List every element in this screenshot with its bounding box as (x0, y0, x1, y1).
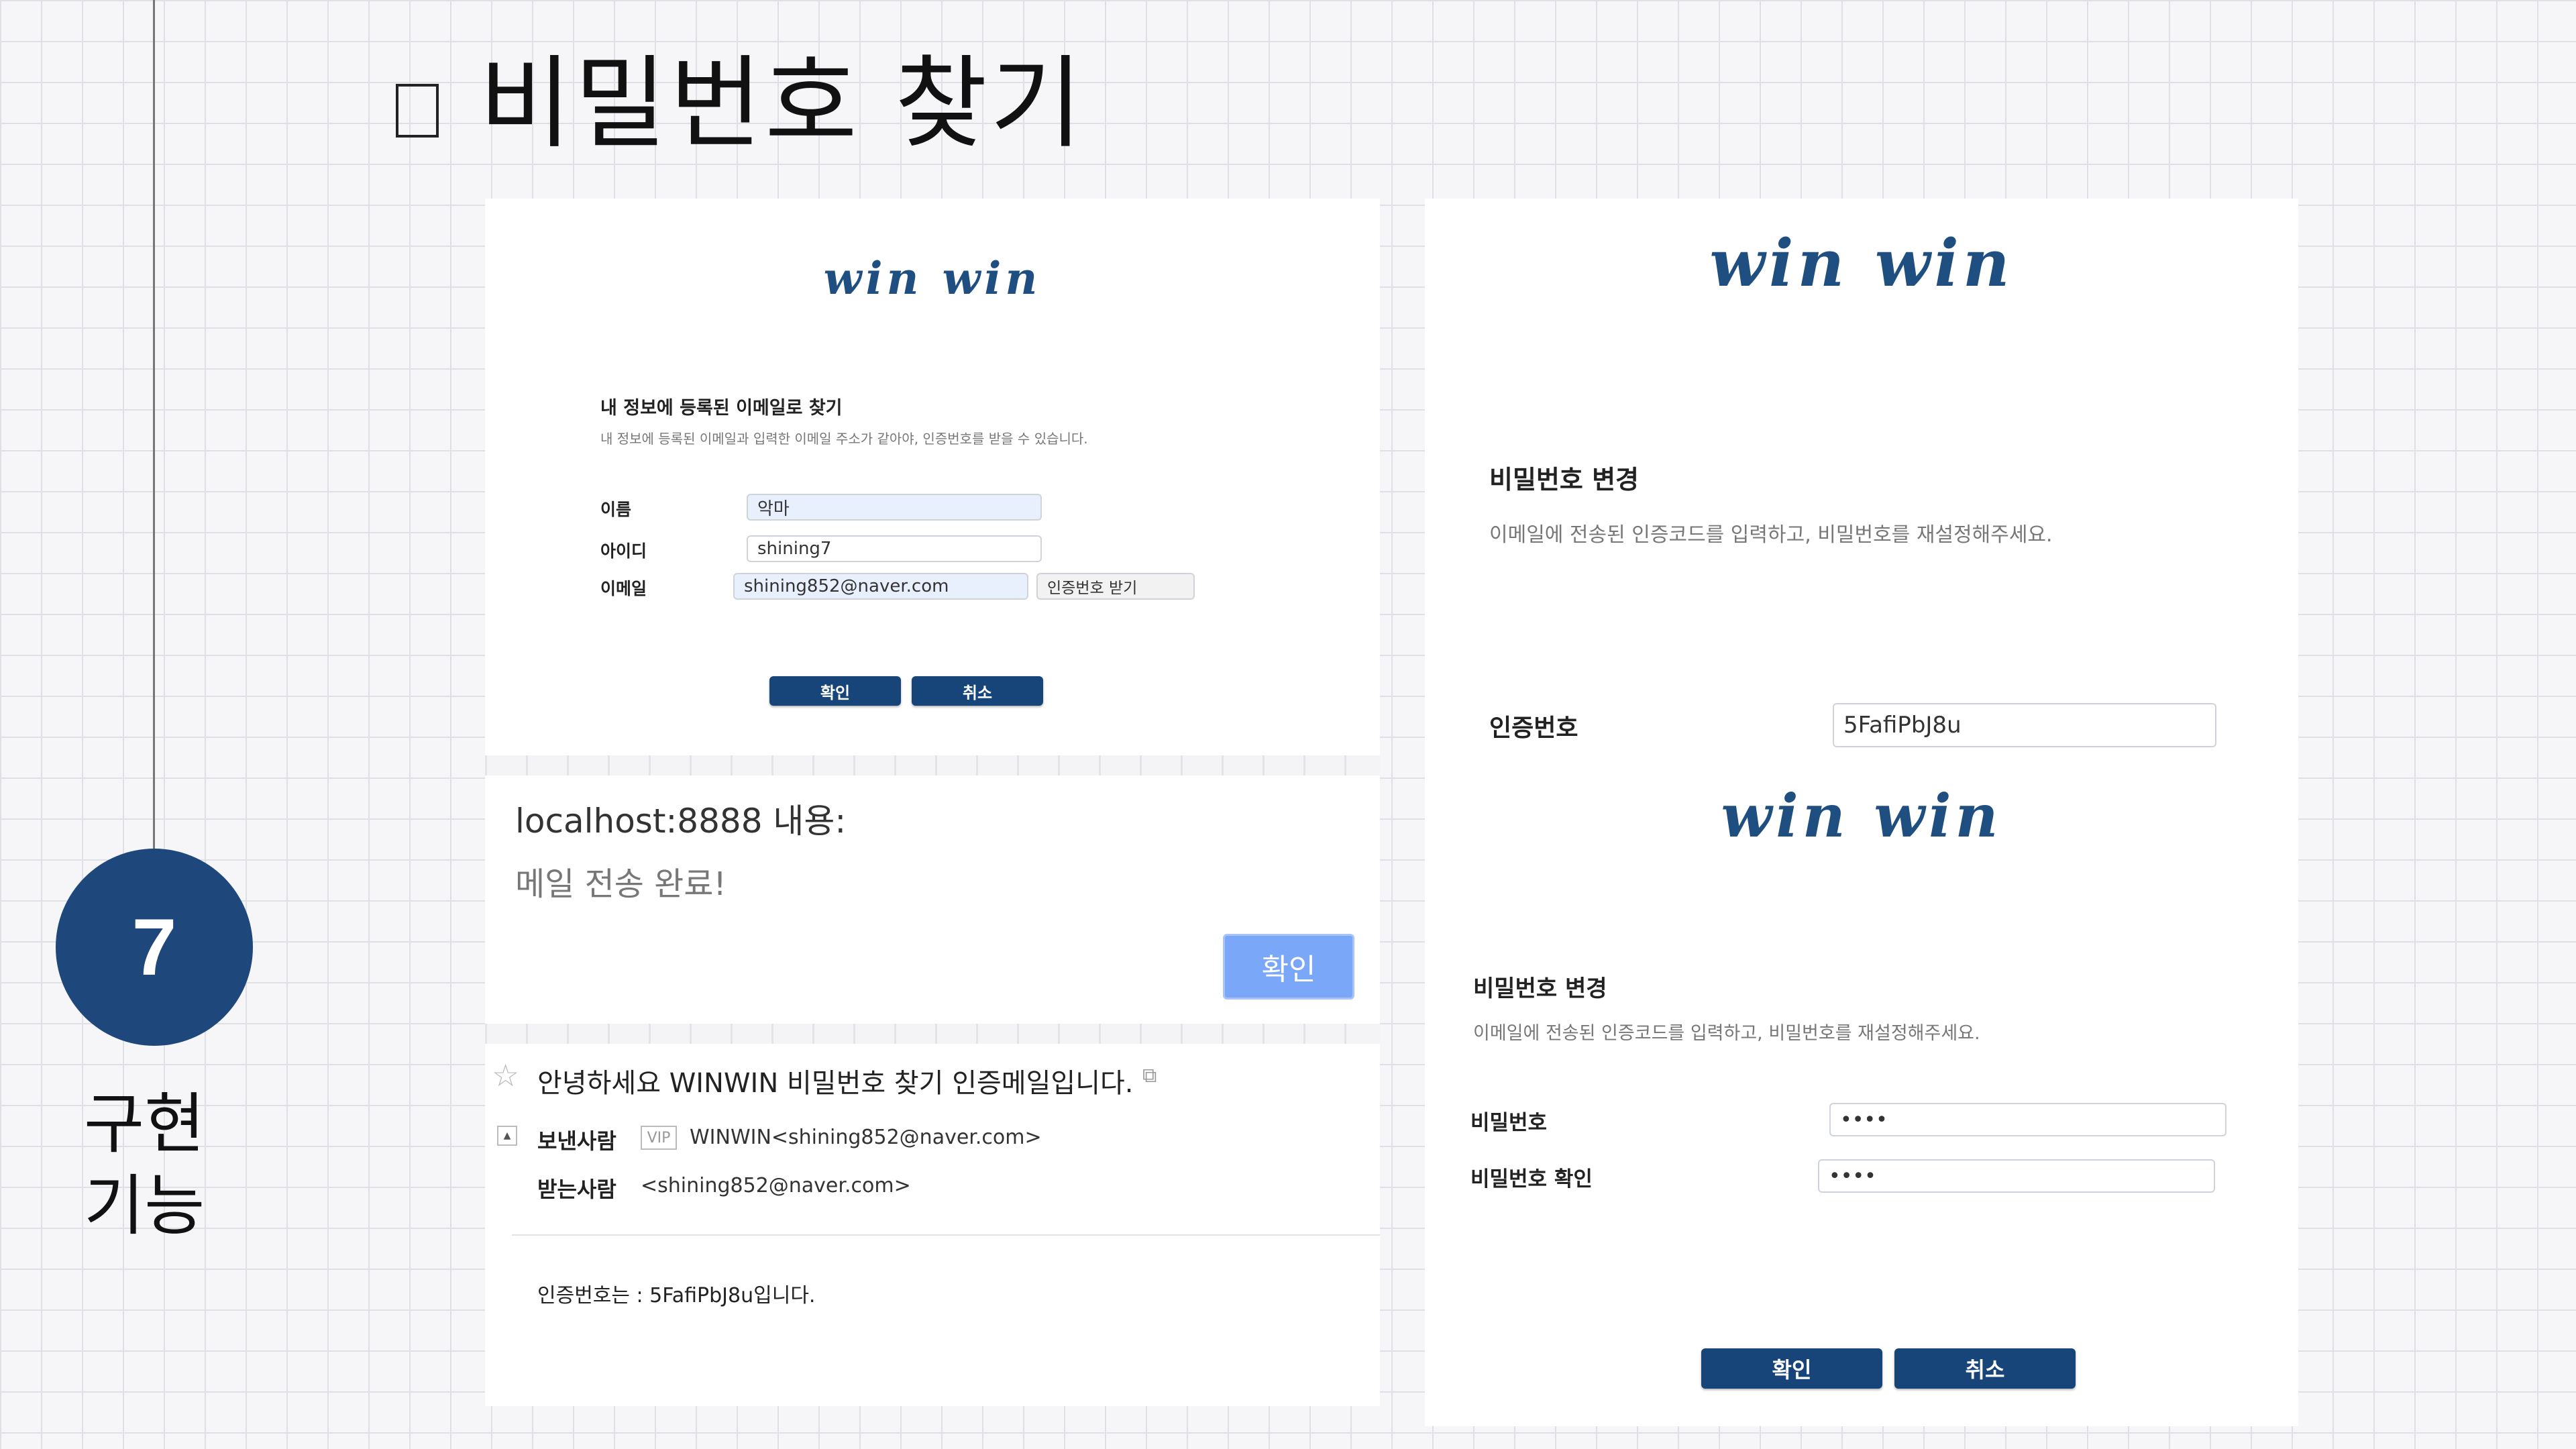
password-confirm-label: 비밀번호 확인 (1470, 1167, 1593, 1191)
winwin-logo: win win (1721, 781, 2002, 851)
name-field[interactable]: 악마 (747, 494, 1042, 521)
section-divider (485, 755, 1380, 775)
alert-message: 메일 전송 완료! (515, 865, 727, 903)
password-change-panel: win win 비밀번호 변경 이메일에 전송된 인증코드를 입력하고, 비밀번… (1425, 199, 2298, 1426)
name-label: 이름 (600, 500, 632, 519)
recipient-label: 받는사람 (537, 1177, 616, 1202)
id-label: 아이디 (600, 541, 647, 561)
verify-description: 이메일에 전송된 인증코드를 입력하고, 비밀번호를 재설정해주세요. (1489, 523, 2053, 547)
password-confirm-field[interactable]: •••• (1818, 1159, 2215, 1193)
find-description: 내 정보에 등록된 이메일과 입력한 이메일 주소가 같아야, 인증번호를 받을… (600, 431, 1088, 447)
section-label-line2: 기능 (84, 1168, 205, 1244)
star-icon[interactable]: ☆ (492, 1057, 519, 1093)
section-label: 구현 기능 (84, 1083, 205, 1247)
id-field[interactable]: shining7 (747, 535, 1042, 562)
section-divider (485, 1024, 1380, 1044)
vip-badge: VIP (641, 1126, 677, 1150)
recipient-value[interactable]: <shining852@naver.com> (641, 1174, 911, 1197)
section-label-line1: 구현 (84, 1086, 205, 1163)
timeline-line (153, 0, 155, 852)
section-number-badge: 7 (56, 849, 253, 1046)
winwin-logo: win win (1709, 225, 2014, 301)
sender-label: 보낸사람 (537, 1128, 616, 1154)
checkbox-square-icon (396, 84, 439, 138)
verify-heading: 비밀번호 변경 (1489, 465, 1639, 494)
email-view: ☆ 안녕하세요 WINWIN 비밀번호 찾기 인증메일입니다. ⧉ ▲ 보낸사람… (485, 1044, 1380, 1406)
code-field[interactable]: 5FafiPbJ8u (1833, 703, 2216, 747)
alert-dialog: localhost:8888 내용: 메일 전송 완료! 확인 (485, 775, 1380, 1024)
alert-title: localhost:8888 내용: (515, 802, 847, 841)
password-field[interactable]: •••• (1829, 1103, 2226, 1136)
reset-heading: 비밀번호 변경 (1473, 975, 1607, 1002)
find-password-panel: win win 내 정보에 등록된 이메일로 찾기 내 정보에 등록된 이메일과… (485, 199, 1380, 755)
sender-value[interactable]: WINWIN<shining852@naver.com> (690, 1126, 1042, 1149)
email-label: 이메일 (600, 579, 647, 598)
slide-title: 비밀번호 찾기 (396, 47, 1085, 161)
collapse-toggle-icon[interactable]: ▲ (497, 1126, 517, 1146)
find-cancel-button[interactable]: 취소 (912, 676, 1043, 706)
code-label: 인증번호 (1489, 714, 1578, 742)
slide-title-text: 비밀번호 찾기 (479, 46, 1085, 162)
email-field[interactable]: shining852@naver.com (733, 573, 1028, 600)
email-header-divider (512, 1234, 1380, 1236)
email-body: 인증번호는 : 5FafiPbJ8u입니다. (537, 1284, 816, 1307)
alert-ok-button[interactable]: 확인 (1223, 934, 1354, 1000)
send-code-button[interactable]: 인증번호 받기 (1036, 573, 1195, 600)
reset-description: 이메일에 전송된 인증코드를 입력하고, 비밀번호를 재설정해주세요. (1473, 1023, 1980, 1044)
find-confirm-button[interactable]: 확인 (769, 676, 901, 706)
external-link-icon[interactable]: ⧉ (1142, 1064, 1157, 1087)
reset-confirm-button[interactable]: 확인 (1701, 1348, 1882, 1389)
email-subject: 안녕하세요 WINWIN 비밀번호 찾기 인증메일입니다. (537, 1068, 1134, 1099)
reset-cancel-button[interactable]: 취소 (1894, 1348, 2076, 1389)
winwin-logo: win win (823, 252, 1042, 305)
password-label: 비밀번호 (1470, 1111, 1548, 1135)
find-heading: 내 정보에 등록된 이메일로 찾기 (600, 398, 843, 419)
